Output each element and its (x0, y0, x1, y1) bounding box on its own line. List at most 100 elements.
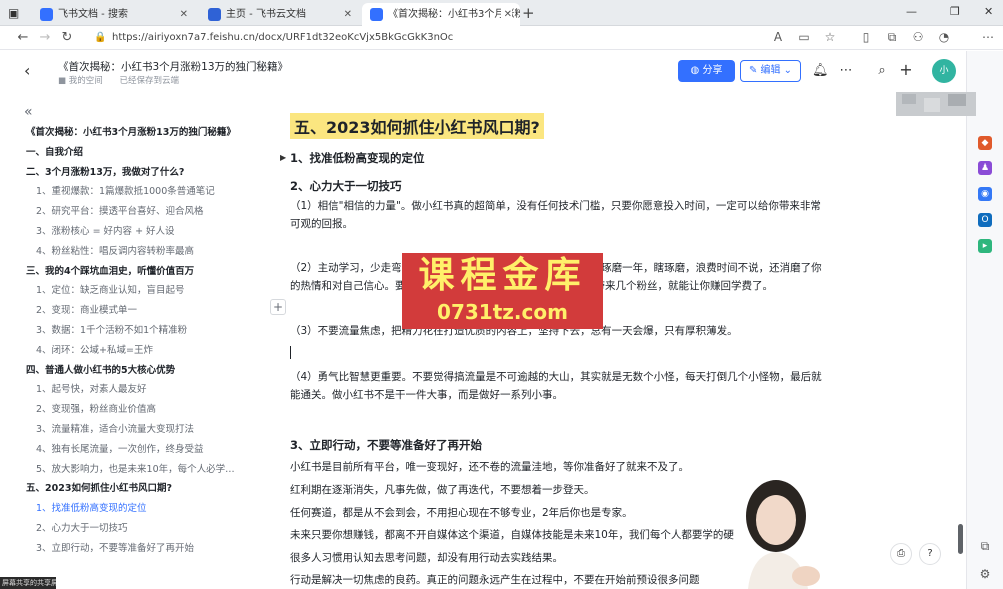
toc-item[interactable]: 3、立即行动，不要等准备好了再开始 (36, 542, 242, 556)
screen-share-indicator: 屏幕共享的共享屏幕 (0, 577, 56, 589)
toc-item[interactable]: 2、心力大于一切技巧 (36, 522, 242, 536)
toc-item[interactable]: 4、独有长尾流量，一次创作，终身受益 (36, 443, 242, 457)
toc-item[interactable]: 2、变现强，粉丝商业价值高 (36, 403, 242, 417)
collapse-sidebar-icon[interactable]: « (24, 104, 33, 120)
content-scrollbar[interactable] (958, 524, 963, 554)
tab-search[interactable]: 飞书文档 - 搜索 ✕ (32, 3, 196, 26)
doc-content: 五、2023如何抓住小红书风口期? ▶ 1、找准低粉高变现的定位 2、心力大于一… (262, 93, 962, 589)
close-tab-icon[interactable]: ✕ (500, 3, 512, 26)
folder-icon: ■ (58, 76, 69, 86)
toc-item[interactable]: 4、粉丝粘性：唱反调内容转粉率最高 (36, 245, 242, 259)
address-bar: ← → ↻ 🔒 https://airiyoxn7a7.feishu.cn/do… (0, 26, 1003, 50)
more-options-icon[interactable]: ⋯ (838, 63, 854, 78)
tab-label: 飞书文档 - 搜索 (58, 9, 128, 20)
toc-item[interactable]: 4、闭环：公域+私域=王炸 (36, 344, 242, 358)
back-arrow-icon[interactable]: ‹ (24, 61, 30, 80)
url-text: https://airiyoxn7a7.feishu.cn/docx/URF1d… (112, 32, 454, 43)
share-label: 分享 (702, 65, 723, 76)
browser-side-panel: ◆ ♟ ◉ O ▸ ⧉ ⚙ (966, 51, 1003, 589)
drop-icon[interactable]: ▸ (978, 239, 992, 253)
new-tab-icon[interactable]: + (522, 3, 535, 23)
reader-icon[interactable]: ▭ (796, 30, 812, 44)
toc-item[interactable]: 5、放大影响力，也是未来10年，每个人必学的赚… (36, 463, 242, 477)
tab-document[interactable]: 《首次揭秘：小红书3个月涨粉13… ✕ (362, 3, 520, 26)
share-button[interactable]: ◍ 分享 (678, 60, 735, 82)
outlook-icon[interactable]: O (978, 213, 992, 227)
toc-item[interactable]: 三、我的4个踩坑血泪史，听懂价值百万 (26, 265, 242, 279)
doc-meta: ■ 我的空间 已经保存到云端 (58, 74, 179, 86)
toc-item[interactable]: 1、定位：缺乏商业认知，盲目起号 (36, 284, 242, 298)
favorite-icon[interactable]: ☆ (822, 30, 838, 44)
watermark-logo: 课程金库 0731tz.com (402, 253, 603, 329)
subheading-2: 2、心力大于一切技巧 (290, 179, 402, 193)
window-menu-icon[interactable]: ▣ (8, 6, 22, 20)
toc-item[interactable]: 四、普通人做小红书的5大核心优势 (26, 364, 242, 378)
expand-triangle-icon[interactable]: ▶ (280, 153, 286, 162)
paragraph-1: （1）相信"相信的力量"。做小红书真的超简单，没有任何技术门槛，只要你愿意投入时… (290, 200, 821, 230)
reload-icon[interactable]: ↻ (58, 29, 76, 47)
doc-header: ‹ 《首次揭秘：小红书3个月涨粉13万的独门秘籍》 ☆ ■ 我的空间 已经保存到… (14, 51, 962, 93)
toc-item[interactable]: 五、2023如何抓住小红书风口期? (26, 482, 242, 496)
feishu-doc-favicon (370, 8, 383, 21)
paragraph-4: （4）勇气比智慧更重要。不要觉得搞流量是不可逾越的大山，其实就是无数个小怪，每天… (290, 371, 822, 401)
split-screen-icon[interactable]: ⧉ (978, 539, 992, 553)
toc-item[interactable]: 1、重视爆款：1篇爆款抵1000条普通笔记 (36, 185, 242, 199)
watermark-url: 0731tz.com (437, 300, 568, 324)
save-status: 已经保存到云端 (119, 76, 179, 86)
bell-icon[interactable]: 🔔︎ (812, 63, 829, 78)
close-tab-icon[interactable]: ✕ (344, 3, 352, 26)
feishu-home-favicon (208, 8, 221, 21)
toc-item[interactable]: 2、变现：商业模式单一 (36, 304, 242, 318)
globe-icon: ◍ (690, 65, 703, 76)
avatar[interactable]: 小 (932, 59, 956, 83)
close-tab-icon[interactable]: ✕ (180, 3, 188, 26)
back-icon[interactable]: ← (14, 29, 32, 47)
toc-item[interactable]: 3、数据：1千个活粉不如1个精准粉 (36, 324, 242, 338)
edit-button[interactable]: ✎ 编辑 ⌄ (740, 60, 801, 82)
collections-icon[interactable]: ⧉ (884, 30, 900, 45)
add-icon[interactable]: + (898, 60, 914, 79)
toc-item[interactable]: 2、研究平台：摸透平台喜好、迎合风格 (36, 205, 242, 219)
toc-item[interactable]: 1、找准低粉高变现的定位 (36, 502, 242, 516)
space-link[interactable]: 我的空间 (69, 76, 103, 86)
watermark-title: 课程金库 (418, 255, 587, 296)
chevron-down-icon: ⌄ (780, 65, 793, 76)
toc-item[interactable]: 一、自我介绍 (26, 146, 242, 160)
games-icon[interactable]: ♟ (978, 161, 992, 175)
doc-title: 《首次揭秘：小红书3个月涨粉13万的独门秘籍》 (58, 61, 289, 73)
more-icon[interactable]: ⋯ (980, 30, 996, 44)
toc-item[interactable]: 3、涨粉核心 = 好内容 + 好人设 (36, 225, 242, 239)
help-icon[interactable]: ? (919, 543, 941, 565)
edit-label: 编辑 (760, 65, 781, 76)
doc-outline-icon[interactable]: ⎙ (890, 543, 912, 565)
shopping-icon[interactable]: ◆ (978, 136, 992, 150)
browser-tab-bar: ▣ 飞书文档 - 搜索 ✕ 主页 - 飞书云文档 ✕ 《首次揭秘：小红书3个月涨… (0, 0, 1003, 26)
blurred-region (896, 92, 976, 116)
toc-item[interactable]: 《首次揭秘：小红书3个月涨粉13万的独门秘籍》 (26, 126, 242, 140)
pen-icon: ✎ (748, 65, 761, 76)
tab-home[interactable]: 主页 - 飞书云文档 ✕ (200, 3, 360, 26)
webcam-presenter-image (746, 480, 820, 589)
add-block-icon[interactable]: + (270, 299, 286, 315)
settings-gear-icon[interactable]: ⚙ (978, 567, 992, 581)
subheading-1: 1、找准低粉高变现的定位 (290, 151, 425, 165)
subheading-3: 3、立即行动，不要等准备好了再开始 (290, 438, 482, 452)
split-icon[interactable]: ▯ (858, 30, 874, 44)
toc-item[interactable]: 1、起号快，对素人最友好 (36, 383, 242, 397)
search-icon[interactable]: ⌕ (874, 63, 890, 78)
user-icon[interactable]: ◔ (936, 30, 952, 44)
maximize-icon[interactable]: ❐ (950, 5, 960, 18)
forward-icon[interactable]: → (36, 29, 54, 47)
read-aloud-icon[interactable]: A (770, 30, 786, 44)
toc-item[interactable]: 二、3个月涨粉13万，我做对了什么? (26, 166, 242, 180)
section-heading: 五、2023如何抓住小红书风口期? (290, 113, 544, 139)
office-icon[interactable]: ◉ (978, 187, 992, 201)
lock-icon: 🔒 (94, 32, 107, 43)
star-icon[interactable]: ☆ (255, 58, 265, 71)
url-field[interactable]: 🔒 https://airiyoxn7a7.feishu.cn/docx/URF… (88, 29, 778, 47)
toc-item[interactable]: 3、流量精准，适合小流量大变现打法 (36, 423, 242, 437)
minimize-icon[interactable]: — (906, 5, 917, 18)
extensions-icon[interactable]: ⚇ (910, 30, 926, 44)
close-window-icon[interactable]: ✕ (984, 5, 993, 18)
feishu-search-favicon (40, 8, 53, 21)
